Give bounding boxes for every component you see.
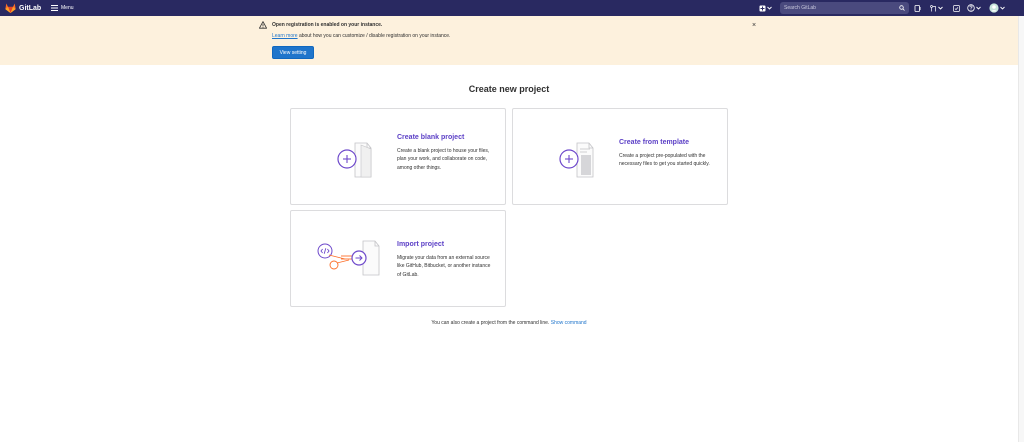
alert-title: Open registration is enabled on your ins… xyxy=(272,22,383,28)
chevron-down-icon xyxy=(767,6,772,10)
create-blank-project-card[interactable]: Create blank project Create a blank proj… xyxy=(290,108,506,205)
import-project-card[interactable]: Import project Migrate your data from an… xyxy=(290,210,506,307)
help-button[interactable] xyxy=(967,3,981,13)
import-project-illustration xyxy=(317,240,380,276)
card-description: Create a blank project to house your fil… xyxy=(397,148,490,171)
command-line-note: You can also create a project from the c… xyxy=(290,320,728,326)
gitlab-logo-icon xyxy=(5,3,16,13)
menu-label: Menu xyxy=(61,5,74,11)
todo-done-icon xyxy=(953,4,960,12)
warning-icon xyxy=(259,21,267,29)
registration-alert: Open registration is enabled on your ins… xyxy=(0,16,1018,65)
view-setting-button[interactable]: View setting xyxy=(272,46,314,59)
scrollbar[interactable] xyxy=(1018,16,1024,442)
card-title[interactable]: Create blank project xyxy=(397,134,464,141)
new-dropdown-button[interactable] xyxy=(759,3,772,13)
search-input[interactable] xyxy=(784,5,894,11)
brand-name: GitLab xyxy=(19,4,42,12)
merge-request-icon xyxy=(930,4,936,11)
issues-button[interactable] xyxy=(914,3,921,13)
question-circle-icon xyxy=(967,4,975,12)
show-command-link[interactable]: Show command xyxy=(551,320,587,326)
todos-button[interactable] xyxy=(953,3,960,13)
chevron-down-icon xyxy=(1000,6,1005,10)
search-icon xyxy=(899,5,905,11)
user-menu-button[interactable] xyxy=(989,3,1005,13)
close-icon[interactable]: × xyxy=(752,22,756,29)
card-title[interactable]: Create from template xyxy=(619,139,689,146)
search-box[interactable] xyxy=(780,2,909,14)
create-from-template-card[interactable]: Create from template Create a project pr… xyxy=(512,108,728,205)
menu-button[interactable]: Menu xyxy=(51,3,74,13)
learn-more-link[interactable]: Learn more xyxy=(272,33,298,39)
alert-body: Learn more about how you can customize /… xyxy=(272,33,450,39)
blank-project-illustration xyxy=(337,142,372,178)
page-title: Create new project xyxy=(468,84,550,94)
issues-icon xyxy=(914,4,921,12)
chevron-down-icon xyxy=(976,6,981,10)
template-illustration xyxy=(559,142,594,178)
hamburger-icon xyxy=(51,5,58,11)
card-description: Migrate your data from an external sourc… xyxy=(397,255,491,278)
merge-requests-button[interactable] xyxy=(930,3,943,13)
command-line-text: You can also create a project from the c… xyxy=(431,320,551,326)
gitlab-home-link[interactable]: GitLab xyxy=(5,3,41,13)
chevron-down-icon xyxy=(938,6,943,10)
plus-square-icon xyxy=(759,5,766,11)
avatar xyxy=(989,3,999,13)
top-navbar: GitLab Menu xyxy=(0,0,1024,16)
card-title[interactable]: Import project xyxy=(397,241,444,248)
card-description: Create a project pre-populated with the … xyxy=(619,153,710,168)
alert-body-text: about how you can customize / disable re… xyxy=(297,33,451,39)
